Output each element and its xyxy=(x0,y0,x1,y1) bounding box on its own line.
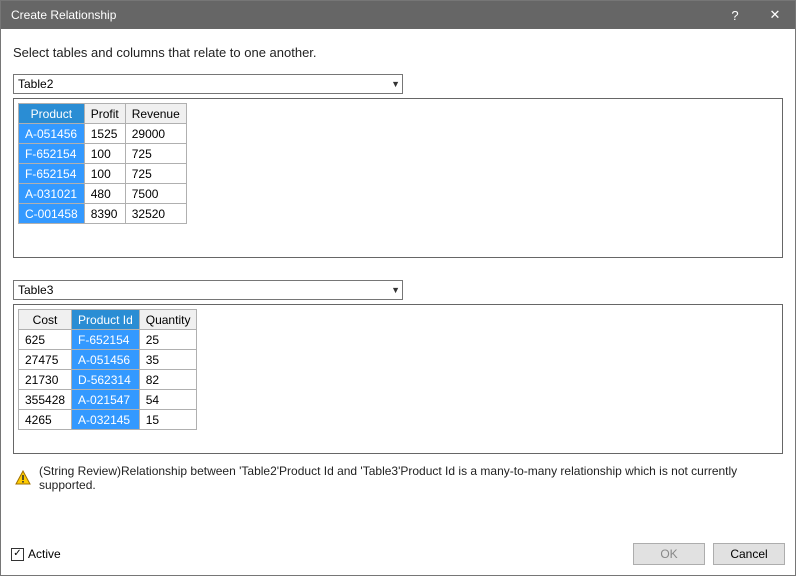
table-cell[interactable]: 100 xyxy=(84,164,125,184)
table-cell[interactable]: A-021547 xyxy=(72,390,140,410)
table-row[interactable]: A-0310214807500 xyxy=(19,184,187,204)
dialog-content: Select tables and columns that relate to… xyxy=(1,29,795,537)
column-header[interactable]: Revenue xyxy=(125,104,186,124)
close-icon: ✕ xyxy=(770,7,781,23)
table-cell[interactable]: 625 xyxy=(19,330,72,350)
table-cell[interactable]: F-652154 xyxy=(19,144,85,164)
table-row[interactable]: 625F-65215425 xyxy=(19,330,197,350)
table-cell[interactable]: A-032145 xyxy=(72,410,140,430)
table-cell[interactable]: 27475 xyxy=(19,350,72,370)
warning-icon xyxy=(15,470,31,486)
checkbox-box: ✓ xyxy=(11,548,24,561)
table-cell[interactable]: 480 xyxy=(84,184,125,204)
dialog-title: Create Relationship xyxy=(11,8,715,22)
table-cell[interactable]: C-001458 xyxy=(19,204,85,224)
table-cell[interactable]: 29000 xyxy=(125,124,186,144)
table-cell[interactable]: 25 xyxy=(139,330,197,350)
column-header[interactable]: Profit xyxy=(84,104,125,124)
table-cell[interactable]: 7500 xyxy=(125,184,186,204)
table-cell[interactable]: A-051456 xyxy=(19,124,85,144)
table-row[interactable]: 355428A-02154754 xyxy=(19,390,197,410)
table-cell[interactable]: 1525 xyxy=(84,124,125,144)
column-header[interactable]: Cost xyxy=(19,310,72,330)
table-row[interactable]: F-652154100725 xyxy=(19,164,187,184)
table-cell[interactable]: 4265 xyxy=(19,410,72,430)
chevron-down-icon: ▼ xyxy=(391,285,400,295)
table-cell[interactable]: 725 xyxy=(125,164,186,184)
dialog-footer: ✓ Active OK Cancel xyxy=(1,537,795,575)
column-header[interactable]: Product xyxy=(19,104,85,124)
table-cell[interactable]: 32520 xyxy=(125,204,186,224)
table2-grid[interactable]: CostProduct IdQuantity625F-6521542527475… xyxy=(18,309,197,430)
table1-select-value: Table2 xyxy=(18,77,53,91)
table-cell[interactable]: 35 xyxy=(139,350,197,370)
warning-text: (String Review)Relationship between 'Tab… xyxy=(39,464,781,492)
column-header[interactable]: Product Id xyxy=(72,310,140,330)
table2-select[interactable]: Table3 ▼ xyxy=(13,280,403,300)
help-button[interactable]: ? xyxy=(715,1,755,29)
chevron-down-icon: ▼ xyxy=(391,79,400,89)
column-header[interactable]: Quantity xyxy=(139,310,197,330)
active-checkbox[interactable]: ✓ Active xyxy=(11,547,61,561)
table1-preview: ProductProfitRevenueA-051456152529000F-6… xyxy=(13,98,783,258)
table-row[interactable]: F-652154100725 xyxy=(19,144,187,164)
table-cell[interactable]: 21730 xyxy=(19,370,72,390)
table2-select-value: Table3 xyxy=(18,283,53,297)
active-label: Active xyxy=(28,547,61,561)
table1-select[interactable]: Table2 ▼ xyxy=(13,74,403,94)
table-row[interactable]: 4265A-03214515 xyxy=(19,410,197,430)
titlebar: Create Relationship ? ✕ xyxy=(1,1,795,29)
table-cell[interactable]: 54 xyxy=(139,390,197,410)
table-cell[interactable]: 82 xyxy=(139,370,197,390)
table1-grid[interactable]: ProductProfitRevenueA-051456152529000F-6… xyxy=(18,103,187,224)
table-cell[interactable]: 355428 xyxy=(19,390,72,410)
table-cell[interactable]: 725 xyxy=(125,144,186,164)
table-row[interactable]: 27475A-05145635 xyxy=(19,350,197,370)
table-cell[interactable]: 100 xyxy=(84,144,125,164)
table-cell[interactable]: A-051456 xyxy=(72,350,140,370)
instruction-text: Select tables and columns that relate to… xyxy=(13,45,783,60)
table2-preview: CostProduct IdQuantity625F-6521542527475… xyxy=(13,304,783,454)
table-cell[interactable]: F-652154 xyxy=(19,164,85,184)
warning-row: (String Review)Relationship between 'Tab… xyxy=(13,460,783,502)
ok-button[interactable]: OK xyxy=(633,543,705,565)
close-button[interactable]: ✕ xyxy=(755,1,795,29)
table-cell[interactable]: F-652154 xyxy=(72,330,140,350)
cancel-button[interactable]: Cancel xyxy=(713,543,785,565)
table-row[interactable]: A-051456152529000 xyxy=(19,124,187,144)
table-cell[interactable]: A-031021 xyxy=(19,184,85,204)
table-row[interactable]: C-001458839032520 xyxy=(19,204,187,224)
table-cell[interactable]: 8390 xyxy=(84,204,125,224)
table-cell[interactable]: D-562314 xyxy=(72,370,140,390)
table-row[interactable]: 21730D-56231482 xyxy=(19,370,197,390)
table-cell[interactable]: 15 xyxy=(139,410,197,430)
